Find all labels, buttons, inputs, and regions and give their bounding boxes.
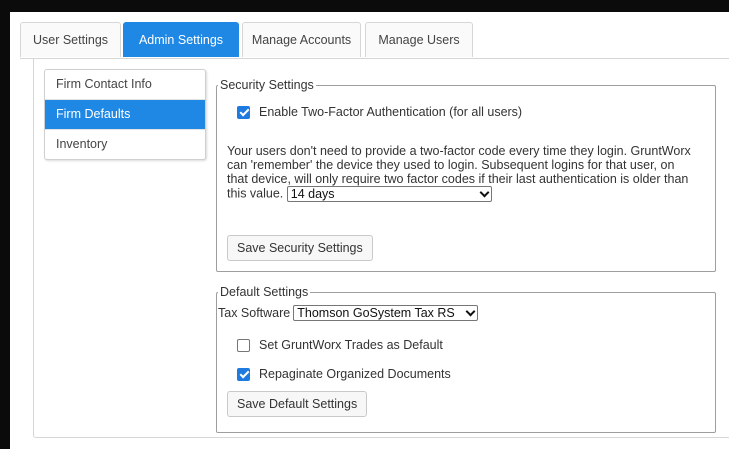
chevron-down-icon	[479, 187, 490, 198]
trades-default-row: Set GruntWorx Trades as Default	[237, 338, 443, 352]
repaginate-label[interactable]: Repaginate Organized Documents	[259, 367, 451, 381]
tax-software-row: Tax Software Thomson GoSystem Tax RS	[218, 305, 479, 321]
remember-duration-value: 14 days	[290, 187, 335, 201]
settings-window: User Settings Admin Settings Manage Acco…	[10, 12, 729, 449]
chevron-down-icon	[465, 306, 476, 317]
sidebar-item-firm-contact-info[interactable]: Firm Contact Info	[45, 70, 205, 100]
tab-user-settings[interactable]: User Settings	[20, 22, 121, 57]
remember-duration-select[interactable]: 14 days	[286, 186, 492, 202]
settings-sidebar: Firm Contact Info Firm Defaults Inventor…	[44, 69, 206, 160]
tax-software-value: Thomson GoSystem Tax RS	[297, 306, 455, 320]
security-settings-legend: Security Settings	[220, 78, 314, 92]
trades-default-checkbox[interactable]	[237, 338, 250, 352]
save-security-settings-button[interactable]: Save Security Settings	[227, 235, 373, 261]
repaginate-row: Repaginate Organized Documents	[237, 367, 451, 381]
sidebar-item-inventory[interactable]: Inventory	[45, 130, 205, 159]
repaginate-checkbox[interactable]	[237, 367, 250, 381]
tab-manage-accounts[interactable]: Manage Accounts	[242, 22, 361, 57]
tab-admin-settings[interactable]: Admin Settings	[123, 22, 239, 57]
two-factor-label[interactable]: Enable Two-Factor Authentication (for al…	[259, 105, 522, 119]
tab-bar: User Settings Admin Settings Manage Acco…	[20, 22, 729, 59]
tab-manage-users[interactable]: Manage Users	[365, 22, 473, 57]
tax-software-select[interactable]: Thomson GoSystem Tax RS	[293, 305, 479, 321]
two-factor-description: Your users don't need to provide a two-f…	[227, 144, 697, 202]
save-default-settings-button[interactable]: Save Default Settings	[227, 391, 368, 417]
default-settings-group: Default Settings Tax Software Thomson Go…	[216, 285, 716, 433]
two-factor-row: Enable Two-Factor Authentication (for al…	[237, 105, 522, 119]
default-settings-legend: Default Settings	[220, 285, 309, 299]
security-settings-group: Security Settings Enable Two-Factor Auth…	[216, 78, 716, 272]
two-factor-checkbox[interactable]	[237, 105, 250, 119]
tax-software-label: Tax Software	[218, 306, 291, 320]
sidebar-item-firm-defaults[interactable]: Firm Defaults	[45, 100, 205, 130]
admin-settings-panel: Firm Contact Info Firm Defaults Inventor…	[33, 59, 729, 438]
trades-default-label[interactable]: Set GruntWorx Trades as Default	[259, 338, 443, 352]
